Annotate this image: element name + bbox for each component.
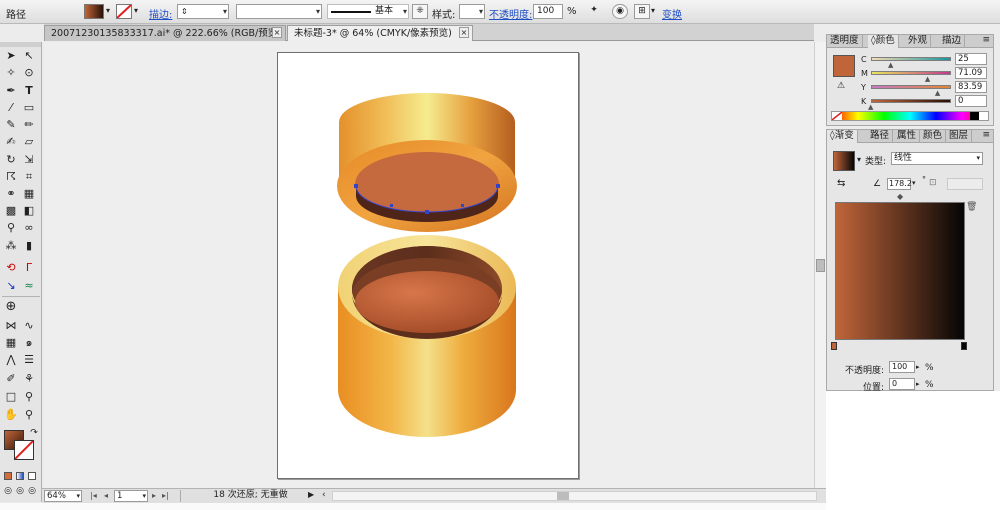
color-spectrum-bar[interactable] [831, 111, 989, 121]
panel-menu-icon[interactable]: ≡ [982, 35, 990, 45]
panel-menu-icon[interactable]: ≡ [982, 130, 990, 140]
channel-m-slider[interactable] [871, 71, 951, 75]
first-artboard-icon[interactable]: |◂ [90, 491, 97, 500]
channel-y-input[interactable]: 83.59 [955, 81, 987, 93]
channel-y-slider-marker[interactable]: ▲ [935, 89, 940, 97]
current-fill-swatch[interactable] [833, 55, 855, 77]
channel-c-slider[interactable] [871, 57, 951, 61]
channel-y-label: Y [861, 83, 866, 92]
horizontal-scrollbar[interactable] [332, 491, 817, 501]
tab-layers[interactable]: 图层 [946, 130, 973, 143]
tab-gradient[interactable]: ◊渐变 [827, 130, 858, 143]
angle-input[interactable]: 178.2 [887, 178, 912, 190]
tab-pathfinder[interactable]: 路径 [867, 130, 894, 143]
color-panel-tabs: 透明度 ◊颜色 外观 描边 ≡ [827, 35, 993, 48]
gradient-stop-end[interactable] [961, 342, 967, 350]
reverse-gradient-icon[interactable]: ⇆ [837, 178, 845, 189]
scroll-left-icon[interactable]: ‹ [322, 490, 326, 500]
empty-desktop-area [826, 391, 1000, 510]
next-artboard-icon[interactable]: ▸ [152, 491, 156, 500]
aspect-ratio-icon[interactable]: ⊡ [929, 178, 937, 188]
out-of-gamut-icon[interactable]: ⚠ [837, 81, 845, 91]
no-color-icon [831, 111, 843, 121]
artboard-number: 1 [117, 491, 123, 501]
stop-opacity-label: 不透明度: [845, 366, 885, 376]
artboard-number-select[interactable]: 1 ▾ [114, 490, 148, 502]
color-panel: 透明度 ◊颜色 外观 描边 ≡ ⚠ C 25 M 71.09 Y 83.59 K… [826, 34, 994, 126]
tab-attributes[interactable]: 属性 [894, 130, 921, 143]
delete-stop-icon[interactable]: 🗑 [966, 202, 977, 212]
tab-color[interactable]: ◊颜色 [868, 35, 899, 48]
stop-opacity-input[interactable]: 100 [889, 361, 915, 373]
chevron-down-icon: ▾ [976, 154, 980, 162]
gradient-panel-tabs: ◊渐变 路径 属性 颜色 图层 ≡ [827, 130, 993, 143]
stop-location-unit: % [925, 380, 934, 390]
opacity-dropdown-icon[interactable]: ▸ [916, 363, 920, 371]
gradient-type-value: 线性 [894, 153, 913, 163]
gradient-type-select[interactable]: 线性 ▾ [891, 152, 983, 165]
zoom-select[interactable]: 64% ▾ [44, 490, 82, 502]
tab-color-2[interactable]: 颜色 [920, 130, 947, 143]
gradient-stop-start[interactable] [831, 342, 837, 350]
gradient-panel: ◊渐变 路径 属性 颜色 图层 ≡ ▾ 类型: 线性 ▾ ⇆ ∠ 178.2 ▾… [826, 129, 994, 393]
angle-dropdown-icon[interactable]: ▾ [912, 179, 916, 187]
channel-c-slider-marker[interactable]: ▲ [888, 61, 893, 69]
tab-transparency[interactable]: 透明度 [827, 35, 863, 48]
gradient-ramp-preview[interactable] [835, 202, 965, 340]
chevron-down-icon: ▾ [142, 492, 146, 500]
status-message: 18 次还原; 无重做 [180, 490, 320, 502]
scroll-thumb[interactable] [816, 259, 825, 272]
channel-m-slider-marker[interactable]: ▲ [925, 75, 930, 83]
channel-k-slider-marker[interactable]: ▲ [868, 103, 873, 111]
status-menu-icon[interactable]: ▶ [308, 490, 314, 499]
vertical-scrollbar[interactable] [814, 42, 826, 488]
body-shape[interactable] [338, 235, 516, 437]
channel-k-label: K [861, 97, 867, 106]
channel-c-label: C [861, 55, 867, 64]
status-bar: 64% ▾ |◂ ◂ 1 ▾ ▸ ▸| 18 次还原; 无重做 ▶ ‹ [42, 488, 826, 503]
prev-artboard-icon[interactable]: ◂ [104, 491, 108, 500]
stop-location-input[interactable]: 0 [889, 378, 915, 390]
channel-c-input[interactable]: 25 [955, 53, 987, 65]
channel-m-label: M [861, 69, 868, 78]
location-dropdown-icon[interactable]: ▸ [916, 380, 920, 388]
taskbar-strip [0, 503, 826, 510]
channel-m-input[interactable]: 71.09 [955, 67, 987, 79]
scroll-thumb[interactable] [557, 492, 569, 500]
black-white-chip[interactable] [970, 112, 988, 120]
tab-stroke[interactable]: 描边 [939, 35, 966, 48]
channel-k-slider[interactable] [871, 99, 951, 103]
channel-k-input[interactable]: 0 [955, 95, 987, 107]
angle-icon: ∠ [873, 179, 882, 189]
gradient-dropdown-icon[interactable]: ▾ [857, 155, 861, 164]
stop-opacity-unit: % [925, 363, 934, 373]
aspect-ratio-input[interactable] [947, 178, 983, 190]
chevron-down-icon: ▾ [76, 492, 80, 500]
last-artboard-icon[interactable]: ▸| [162, 491, 169, 500]
none-color-chip[interactable] [831, 111, 843, 121]
gradient-preview-swatch[interactable] [833, 151, 855, 171]
midpoint-diamond-icon[interactable]: ◆ [897, 192, 903, 201]
lid-shape[interactable] [337, 93, 517, 232]
zoom-value: 64% [47, 491, 66, 501]
tab-appearance[interactable]: 外观 [905, 35, 932, 48]
type-label: 类型: [865, 157, 887, 167]
angle-unit: ° [922, 175, 926, 184]
